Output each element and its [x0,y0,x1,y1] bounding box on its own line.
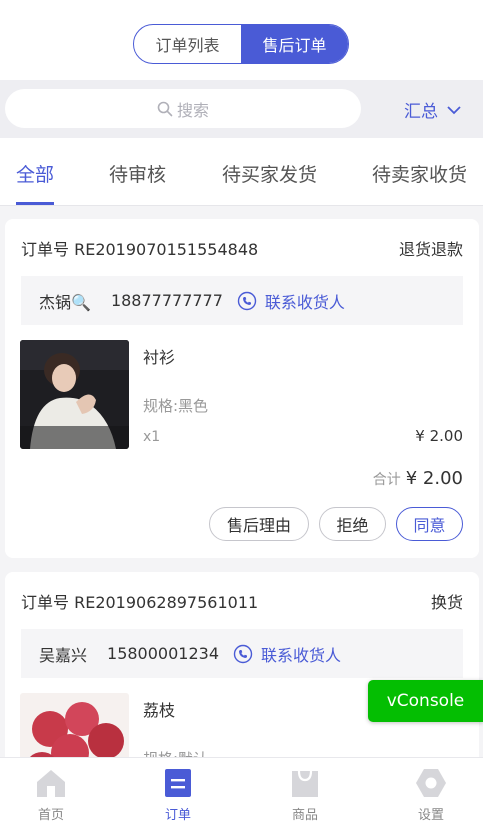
order-card[interactable]: 订单号 RE2019070151554848 退货退款 杰锅🔍 18877777… [5,219,479,558]
product-price: ¥ 2.00 [415,427,463,445]
search-input[interactable]: 搜索 [5,89,361,128]
status-tabs: 全部 待审核 待买家发货 待卖家收货 [0,138,483,206]
reject-button[interactable]: 拒绝 [319,507,386,541]
product-quantity: x1 [143,429,161,445]
summary-dropdown[interactable]: 汇总 [404,97,462,122]
phone-icon [237,291,257,310]
active-tab-indicator [16,202,54,205]
contact-phone: 18877777777 [110,291,223,310]
contact-receiver-link[interactable]: 联系收货人 [233,642,341,666]
order-number: 订单号 RE2019062897561011 [21,593,259,612]
contact-link-label: 联系收货人 [261,645,342,665]
contact-row: 杰锅🔍 18877777777 联系收货人 [21,276,463,325]
after-sale-reason-button[interactable]: 售后理由 [209,507,309,541]
tab-all[interactable]: 全部 [16,160,54,187]
tab-awaiting-seller-receipt[interactable]: 待卖家收货 [372,160,467,187]
phone-icon [233,644,253,663]
contact-link-label: 联系收货人 [264,292,345,312]
settings-icon [416,769,446,797]
tabbar-item-orders[interactable]: 订单 [138,768,218,823]
approve-button[interactable]: 同意 [396,507,463,541]
tab-awaiting-buyer-shipment[interactable]: 待买家发货 [222,160,317,187]
tabbar-label: 订单 [164,808,191,823]
tabbar-label: 设置 [417,808,444,823]
contact-phone: 15800001234 [107,644,219,663]
chevron-down-icon [447,105,461,114]
contact-row: 吴嘉兴 15800001234 联系收货人 [21,629,463,678]
tab-pending-review[interactable]: 待审核 [109,160,166,187]
contact-name: 杰锅🔍 [39,292,91,312]
total-amount: ¥ 2.00 [405,468,463,489]
tabbar-label: 首页 [37,808,64,823]
order-icon [165,769,191,797]
order-total: 合计 ¥ 2.00 [373,468,463,489]
top-bar: 订单列表 售后订单 [0,0,483,80]
search-placeholder: 搜索 [176,100,209,120]
bottom-tab-bar: 首页 订单 商品 设置 [0,757,483,827]
home-icon [37,770,65,797]
contact-name: 吴嘉兴 [39,645,88,665]
tabbar-item-products[interactable]: 商品 [265,768,345,823]
tabbar-item-settings[interactable]: 设置 [391,768,471,823]
tabbar-item-home[interactable]: 首页 [11,768,91,823]
product-name: 荔枝 [143,701,176,720]
order-status: 换货 [430,593,463,612]
tabbar-label: 商品 [291,808,318,823]
product-image [20,340,129,449]
segment-after-sale[interactable]: 售后订单 [241,25,348,63]
order-number: 订单号 RE2019070151554848 [21,240,259,259]
bag-icon [292,770,318,797]
vconsole-button[interactable]: vConsole [368,680,483,722]
summary-label: 汇总 [404,102,438,122]
contact-receiver-link[interactable]: 联系收货人 [237,289,345,313]
order-type-switch: 订单列表 售后订单 [133,24,349,64]
product-name: 衬衫 [143,348,176,367]
product-spec: 规格:黑色 [143,397,209,415]
total-label: 合计 [372,472,401,488]
search-icon [157,101,173,116]
order-status: 退货退款 [398,240,463,259]
segment-order-list[interactable]: 订单列表 [134,25,241,63]
